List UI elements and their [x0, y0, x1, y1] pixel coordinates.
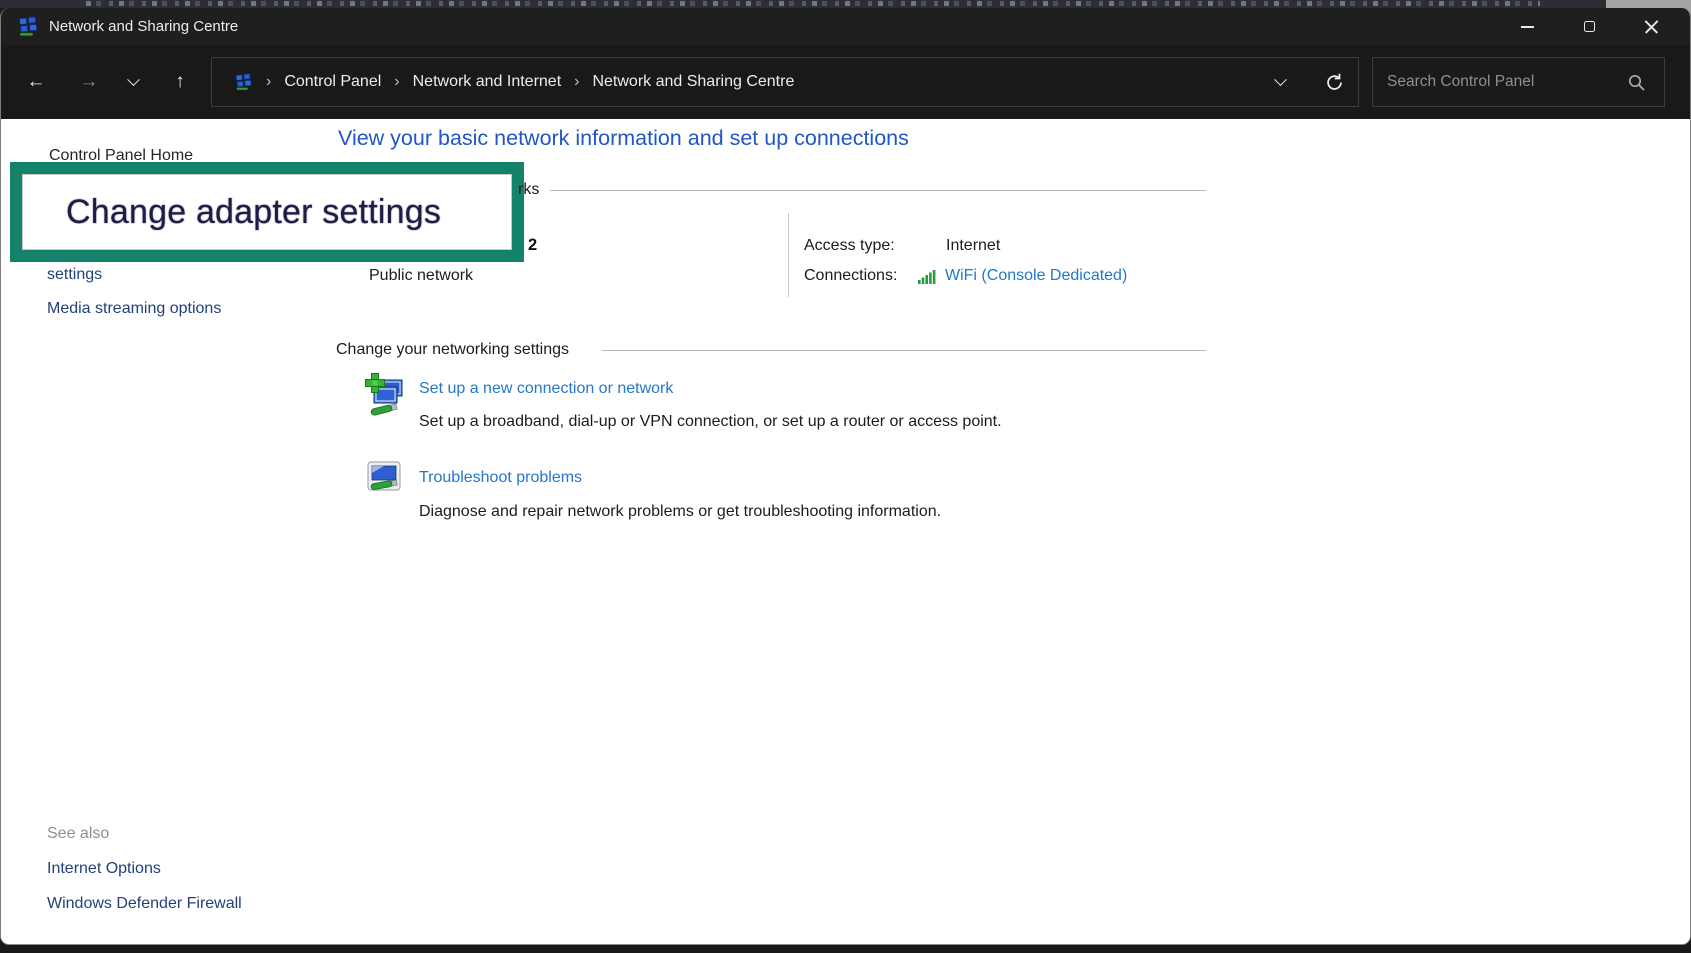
- access-type-value: Internet: [946, 237, 1000, 255]
- address-dropdown-button[interactable]: [1260, 58, 1300, 106]
- navigation-bar: ← → ↑ › Control Panel › Network and Inte…: [1, 45, 1690, 119]
- network-sharing-centre-window: Network and Sharing Centre ← → ↑ › Cont: [0, 8, 1691, 945]
- section-rule: [602, 350, 1206, 351]
- sidebar-item-internet-options[interactable]: Internet Options: [47, 860, 161, 878]
- content-area: Control Panel Home Change adapter settin…: [1, 119, 1690, 945]
- breadcrumb-separator-icon: ›: [394, 73, 399, 91]
- active-networks-label-clipped: rks: [518, 181, 539, 199]
- up-icon: ↑: [175, 71, 185, 93]
- chevron-down-icon: [127, 73, 140, 86]
- sidebar-item-media-streaming-options[interactable]: Media streaming options: [47, 300, 221, 318]
- access-type-label: Access type:: [804, 237, 895, 255]
- section-rule: [550, 190, 1206, 191]
- wifi-signal-icon: [918, 269, 936, 284]
- network-app-icon: [17, 16, 39, 38]
- forward-icon: →: [80, 71, 99, 93]
- network-type-label: Public network: [369, 267, 473, 285]
- window-title: Network and Sharing Centre: [49, 18, 238, 35]
- change-adapter-settings-callout[interactable]: Change adapter settings: [10, 162, 524, 262]
- see-also-heading: See also: [47, 825, 109, 843]
- network-name-fragment: 2: [528, 236, 537, 255]
- breadcrumb: › Control Panel › Network and Internet ›…: [211, 57, 1359, 107]
- titlebar: Network and Sharing Centre: [1, 8, 1690, 45]
- networking-settings-header: Change your networking settings: [336, 341, 569, 359]
- forward-button[interactable]: →: [72, 66, 106, 98]
- chevron-down-icon: [1274, 73, 1287, 86]
- maximize-button[interactable]: [1558, 8, 1620, 45]
- close-icon: [1644, 19, 1659, 34]
- back-button[interactable]: ←: [19, 66, 53, 98]
- caption-buttons: [1496, 8, 1682, 45]
- task-link-troubleshoot[interactable]: Troubleshoot problems: [419, 469, 582, 487]
- refresh-icon: [1325, 73, 1344, 92]
- connection-link-wifi[interactable]: WiFi (Console Dedicated): [945, 267, 1127, 285]
- minimize-icon: [1521, 26, 1534, 28]
- sidebar-item-windows-defender-firewall[interactable]: Windows Defender Firewall: [47, 895, 242, 913]
- close-button[interactable]: [1620, 8, 1682, 45]
- connections-label: Connections:: [804, 267, 897, 285]
- task-description: Diagnose and repair network problems or …: [419, 503, 941, 521]
- minimize-button[interactable]: [1496, 8, 1558, 45]
- recent-pages-button[interactable]: [116, 66, 150, 98]
- clipped-text-artifact: [80, 1, 1540, 6]
- page-title: View your basic network information and …: [338, 126, 909, 151]
- column-divider: [788, 213, 789, 297]
- task-link-setup-connection[interactable]: Set up a new connection or network: [419, 380, 673, 398]
- refresh-button[interactable]: [1314, 58, 1354, 106]
- new-connection-icon: [365, 373, 405, 417]
- breadcrumb-separator-icon: ›: [266, 73, 271, 91]
- breadcrumb-item-control-panel[interactable]: Control Panel: [284, 73, 381, 91]
- control-panel-icon: [234, 73, 253, 92]
- maximize-icon: [1584, 21, 1595, 32]
- breadcrumb-separator-icon: ›: [574, 73, 579, 91]
- search-icon[interactable]: [1627, 73, 1647, 93]
- troubleshoot-icon: [367, 461, 402, 494]
- sidebar-item-advanced-sharing-settings-clipped[interactable]: settings: [47, 266, 102, 284]
- change-adapter-settings-label: Change adapter settings: [22, 193, 441, 232]
- breadcrumb-item-network-and-internet[interactable]: Network and Internet: [413, 73, 562, 91]
- task-description: Set up a broadband, dial-up or VPN conne…: [419, 413, 1002, 431]
- breadcrumb-item-network-and-sharing-centre[interactable]: Network and Sharing Centre: [592, 73, 794, 91]
- back-icon: ←: [27, 71, 46, 93]
- up-button[interactable]: ↑: [163, 66, 197, 98]
- background-window-sliver: [0, 0, 1691, 8]
- search-input[interactable]: [1372, 57, 1665, 107]
